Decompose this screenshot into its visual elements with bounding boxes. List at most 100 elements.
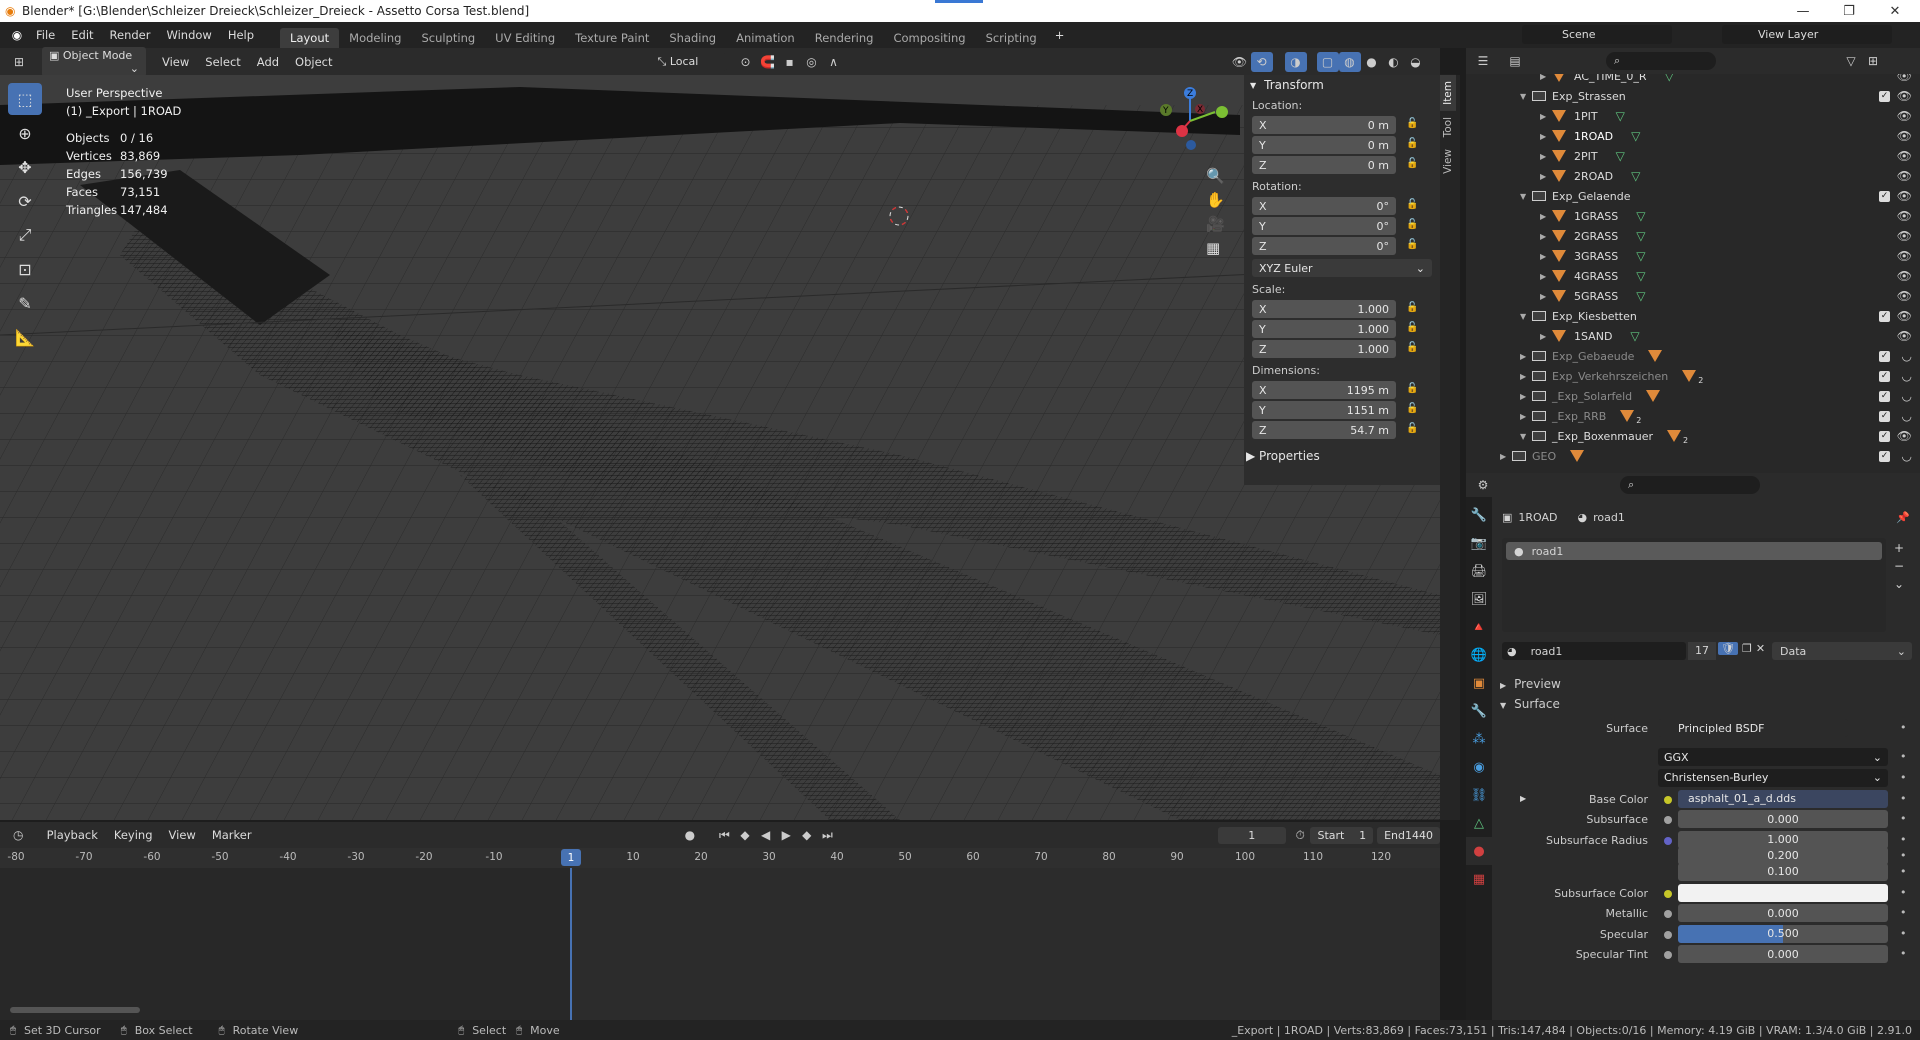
add-slot-button[interactable]: + [1894, 541, 1904, 555]
proportional-icon[interactable]: ◎ [801, 52, 823, 72]
outliner-row-2pit[interactable]: ▶ 2PIT ▽ 👁 [1466, 146, 1920, 166]
exclude-checkbox[interactable]: ✓ [1879, 390, 1890, 402]
timeline-menu-marker[interactable]: Marker [204, 828, 260, 842]
outliner-row-2grass[interactable]: ▶ 2GRASS ▽ 👁 [1466, 226, 1920, 246]
editor-type-icon[interactable]: ⊞ [8, 52, 30, 72]
new-collection-icon[interactable]: ⊞ [1862, 51, 1884, 71]
scene-tab-icon[interactable]: 🔺 [1466, 613, 1492, 641]
exclude-checkbox[interactable]: ✓ [1879, 310, 1890, 322]
socket-dot-icon[interactable] [1664, 816, 1672, 824]
exclude-checkbox[interactable]: ✓ [1879, 190, 1890, 202]
material-datablock[interactable]: ◕ road1 [1502, 642, 1686, 660]
tab-texture-paint[interactable]: Texture Paint [565, 28, 659, 48]
outliner-search-input[interactable]: ⌕ [1606, 52, 1716, 70]
rotation-y-field[interactable]: Y 0° [1252, 217, 1396, 235]
gizmo-toggle-icon[interactable]: ⟲ [1250, 51, 1273, 72]
clock-icon[interactable]: ◷ [8, 825, 29, 845]
lock-icon[interactable]: 🔓 [1406, 322, 1418, 333]
viewport-menu-add[interactable]: Add [249, 55, 287, 69]
keyframe-dot-icon[interactable]: • [1900, 886, 1907, 899]
rotation-x-field[interactable]: X 0° [1252, 197, 1396, 215]
outliner-row-1sand[interactable]: ▶ 1SAND ▽ 👁 [1466, 326, 1920, 346]
expand-arrow-icon[interactable]: ▶ [1520, 412, 1532, 421]
transform-icon[interactable]: ⊡ [8, 253, 42, 285]
viewport-menu-select[interactable]: Select [197, 55, 248, 69]
lock-icon[interactable]: 🔓 [1406, 138, 1418, 149]
visibility-eye-icon[interactable]: 👁 [1897, 209, 1912, 223]
outliner-row-1pit[interactable]: ▶ 1PIT ▽ 👁 [1466, 106, 1920, 126]
number-field[interactable]: 0.000 [1678, 810, 1888, 828]
3d-viewport[interactable]: ⬚ ⊕ ✥ ⟳ ⤢ ⊡ ✎ 📐 User Perspective (1) _Ex… [0, 75, 1440, 820]
rotation-z-field[interactable]: Z 0° [1252, 237, 1396, 255]
keyframe-dot-icon[interactable]: • [1900, 812, 1907, 825]
expand-arrow-icon[interactable]: ▼ [1520, 192, 1532, 201]
menu-window[interactable]: Window [158, 28, 219, 42]
outliner-row-ac-time-0-r[interactable]: ▶ AC_TIME_0_R ▽ 👁 [1466, 74, 1920, 86]
filter-icon[interactable]: ▽ [1840, 51, 1862, 71]
material-slot-list[interactable]: ● road1 [1502, 538, 1886, 632]
tab-modeling[interactable]: Modeling [339, 28, 411, 48]
expand-arrow-icon[interactable]: ▶ [1520, 372, 1532, 381]
stopwatch-icon[interactable]: ⏱ [1290, 825, 1311, 845]
render-tab-icon[interactable]: 📷 [1466, 529, 1492, 557]
visibility-eye-icon[interactable]: 👁 [1897, 129, 1912, 143]
tab-uv-editing[interactable]: UV Editing [485, 28, 565, 48]
add-workspace-button[interactable]: + [1047, 28, 1073, 42]
timeline-menu-playback[interactable]: Playback [39, 828, 106, 842]
restore-button[interactable]: ❐ [1826, 0, 1872, 22]
outliner-row-1road[interactable]: ▶ 1ROAD ▽ 👁 [1466, 126, 1920, 146]
outliner-row-1grass[interactable]: ▶ 1GRASS ▽ 👁 [1466, 206, 1920, 226]
rotate-icon[interactable]: ⟳ [8, 185, 42, 217]
distribution-dropdown[interactable]: Christensen-Burley ⌄ [1658, 768, 1888, 787]
ortho-grid-icon[interactable]: ▦ [1206, 239, 1225, 257]
keyframe-dot-icon[interactable]: • [1900, 865, 1907, 878]
start-frame-field[interactable]: Start 1 [1310, 826, 1374, 844]
n-tab-item[interactable]: Item [1440, 75, 1456, 111]
user-count[interactable]: 17 [1688, 642, 1716, 660]
scale-icon[interactable]: ⤢ [8, 219, 42, 251]
socket-dot-icon[interactable] [1664, 910, 1672, 918]
menu-file[interactable]: File [28, 28, 63, 42]
keyframe-dot-icon[interactable]: • [1900, 721, 1907, 734]
expand-arrow-icon[interactable]: ▶ [1500, 452, 1512, 461]
visibility-eye-icon[interactable]: 👁 [1897, 249, 1912, 263]
transform-header[interactable]: ▼ Transform [1244, 75, 1440, 95]
socket-dot-icon[interactable] [1664, 889, 1672, 898]
record-icon[interactable]: ● [680, 825, 701, 845]
material-shading-icon[interactable]: ◐ [1383, 52, 1405, 72]
material-slot-item[interactable]: ● road1 [1506, 542, 1882, 560]
dimensions-y-field[interactable]: Y 1151 m [1252, 401, 1396, 419]
object-tab-icon[interactable]: ▣ [1466, 669, 1492, 697]
keyframe-dot-icon[interactable]: • [1900, 906, 1907, 919]
socket-dot-icon[interactable] [1664, 930, 1672, 939]
play-icon[interactable]: ▶ [776, 825, 797, 845]
tab-sculpting[interactable]: Sculpting [411, 28, 485, 48]
visibility-eye-icon[interactable]: 👁 [1897, 329, 1912, 343]
visibility-eye-icon[interactable]: 👁 [1897, 149, 1912, 163]
dimensions-z-field[interactable]: Z 54.7 m [1252, 421, 1396, 439]
orientation-dropdown[interactable]: ⤡ Local [650, 52, 727, 71]
next-key-icon[interactable]: ◆ [796, 825, 817, 845]
outliner-row-exp-rrb[interactable]: ▶ _Exp_RRB 2 ✓ ◡ [1466, 406, 1920, 426]
visibility-eye-icon[interactable]: 👁 [1897, 429, 1912, 443]
exclude-checkbox[interactable]: ✓ [1879, 430, 1890, 442]
solid-shading-icon[interactable]: ● [1361, 52, 1383, 72]
lock-icon[interactable]: 🔓 [1406, 219, 1418, 230]
exclude-checkbox[interactable]: ✓ [1879, 370, 1890, 382]
expand-arrow-icon[interactable]: ▼ [1520, 92, 1532, 101]
menu-help[interactable]: Help [220, 28, 262, 42]
exclude-checkbox[interactable]: ✓ [1879, 410, 1890, 422]
surface-panel-header[interactable]: ▼ Surface [1500, 697, 1560, 711]
outliner-row-exp-boxenmauer[interactable]: ▼ _Exp_Boxenmauer 2 ✓ 👁 [1466, 426, 1920, 446]
scale-y-field[interactable]: Y 1.000 [1252, 320, 1396, 338]
outliner-editor-icon[interactable]: ☰ [1472, 51, 1494, 71]
outliner-row-2road[interactable]: ▶ 2ROAD ▽ 👁 [1466, 166, 1920, 186]
outliner-row-geo[interactable]: ▶ GEO ✓ ◡ [1466, 446, 1920, 466]
overlay-toggle-icon[interactable]: ◑ [1284, 51, 1307, 72]
keyframe-dot-icon[interactable]: • [1900, 849, 1907, 862]
pin-icon[interactable]: 📌 [1896, 511, 1910, 524]
data-tab-icon[interactable]: △ [1466, 809, 1492, 837]
output-tab-icon[interactable]: 🖨 [1466, 557, 1492, 585]
number-field[interactable]: 1.000 [1678, 830, 1888, 849]
measure-icon[interactable]: 📐 [8, 321, 42, 353]
